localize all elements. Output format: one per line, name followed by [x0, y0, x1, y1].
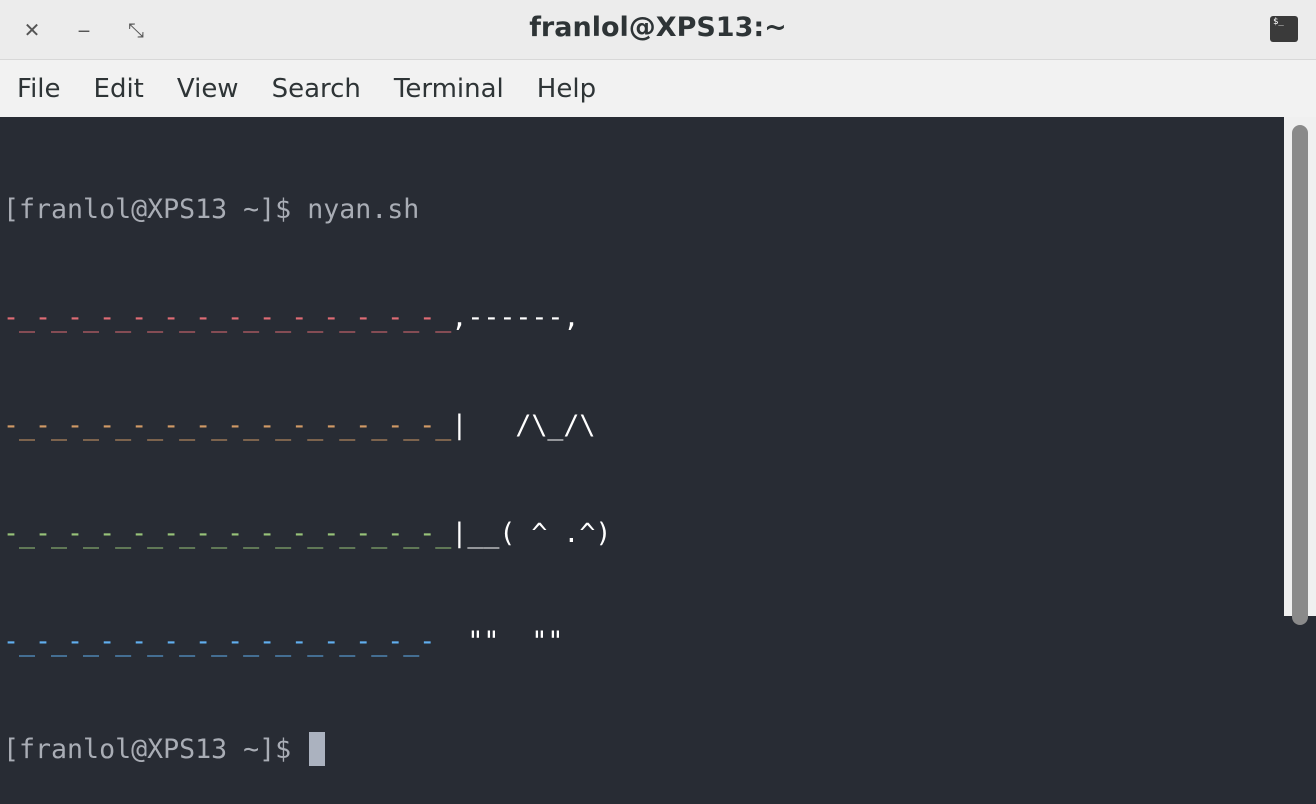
nyan-cat-art: | /\_/\: [451, 410, 596, 441]
shell-prompt: [franlol@XPS13 ~]$: [3, 194, 308, 225]
close-icon: ✕: [23, 18, 41, 42]
scrollbar-thumb[interactable]: [1292, 125, 1308, 625]
nyan-cat-art: "" "": [451, 626, 564, 657]
prompt-line: [franlol@XPS13 ~]$: [3, 732, 1284, 768]
minimize-window-button[interactable]: ‒: [70, 16, 98, 44]
menu-search[interactable]: Search: [272, 74, 361, 104]
terminal-scrollbar[interactable]: [1284, 117, 1316, 625]
rainbow-trail-orange: -_-_-_-_-_-_-_-_-_-_-_-_-_-_: [3, 410, 452, 441]
nyan-cat-art: |__( ^ .^): [451, 518, 612, 549]
rainbow-trail-red: -_-_-_-_-_-_-_-_-_-_-_-_-_-_: [3, 302, 452, 333]
shell-prompt: [franlol@XPS13 ~]$: [3, 734, 308, 765]
text-cursor: [309, 732, 326, 766]
nyan-art-line: -_-_-_-_-_-_-_-_-_-_-_-_-_-_| /\_/\: [3, 408, 1284, 444]
menu-file[interactable]: File: [17, 74, 61, 104]
menu-view[interactable]: View: [177, 74, 239, 104]
menu-bar: File Edit View Search Terminal Help: [0, 60, 1316, 117]
close-window-button[interactable]: ✕: [18, 16, 46, 44]
typed-command: nyan.sh: [307, 194, 420, 225]
window-title: franlol@XPS13:~: [529, 12, 787, 43]
terminal-output[interactable]: [franlol@XPS13 ~]$ nyan.sh -_-_-_-_-_-_-…: [0, 117, 1284, 766]
nyan-cat-art: ,------,: [451, 302, 580, 333]
nyan-art-line: -_-_-_-_-_-_-_-_-_-_-_-_-_-_|__( ^ .^): [3, 516, 1284, 552]
menu-help[interactable]: Help: [537, 74, 596, 104]
menu-terminal[interactable]: Terminal: [394, 74, 504, 104]
terminal-app-icon[interactable]: $_: [1270, 16, 1298, 42]
menu-edit[interactable]: Edit: [94, 74, 144, 104]
title-bar: ✕ ‒ ⤡ franlol@XPS13:~ $_: [0, 0, 1316, 60]
minimize-icon: ‒: [77, 18, 91, 42]
maximize-window-button[interactable]: ⤡: [122, 16, 150, 44]
nyan-art-line: -_-_-_-_-_-_-_-_-_-_-_-_-_- "" "": [3, 624, 1284, 660]
maximize-icon: ⤡: [128, 18, 144, 42]
rainbow-trail-blue: -_-_-_-_-_-_-_-_-_-_-_-_-_-: [3, 626, 452, 657]
rainbow-trail-green: -_-_-_-_-_-_-_-_-_-_-_-_-_-_: [3, 518, 452, 549]
nyan-art-line: -_-_-_-_-_-_-_-_-_-_-_-_-_-_,------,: [3, 300, 1284, 336]
command-line: [franlol@XPS13 ~]$ nyan.sh: [3, 192, 1284, 228]
